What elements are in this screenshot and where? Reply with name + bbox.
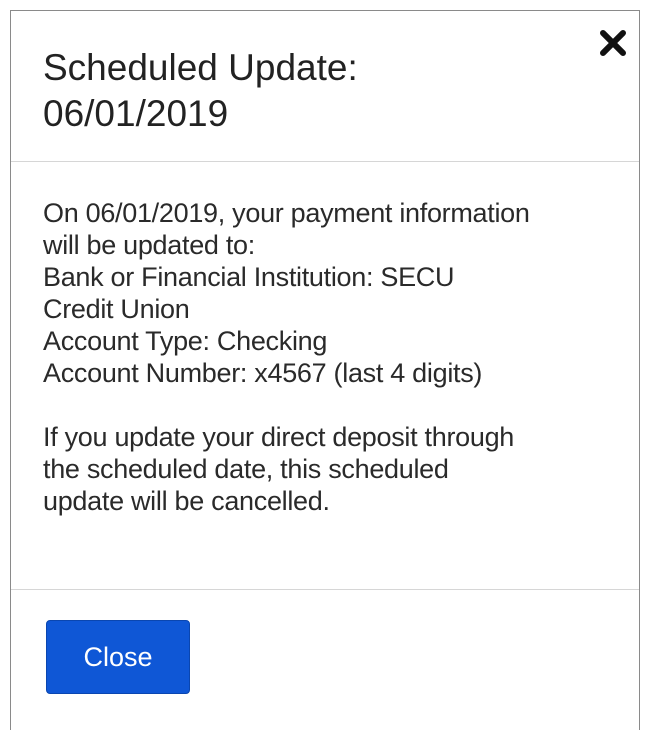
dialog-title-line1: Scheduled Update:: [43, 47, 358, 88]
notice-line: update will be cancelled.: [43, 486, 330, 516]
bank-name-line-cont: Credit Union: [43, 294, 190, 324]
dialog-close-icon-button[interactable]: [597, 27, 629, 59]
dialog-title: Scheduled Update: 06/01/2019: [43, 45, 563, 137]
bank-name-line: Bank or Financial Institution: SECU: [43, 262, 455, 292]
dialog-title-date: 06/01/2019: [43, 93, 229, 134]
notice-line: If you update your direct deposit throug…: [43, 422, 515, 452]
close-x-icon: [597, 27, 629, 59]
account-number-line: Account Number: x4567 (last 4 digits): [43, 358, 483, 388]
dialog-footer: Close: [11, 590, 639, 731]
message-line: will be updated to:: [43, 230, 255, 260]
account-type-line: Account Type: Checking: [43, 326, 328, 356]
dialog-message: On 06/01/2019, your payment information …: [43, 197, 623, 517]
dialog-header: Scheduled Update: 06/01/2019: [11, 11, 639, 162]
close-button[interactable]: Close: [46, 620, 190, 694]
notice-line: the scheduled date, this scheduled: [43, 454, 449, 484]
scheduled-update-dialog: Scheduled Update: 06/01/2019 On 06/01/20…: [10, 10, 640, 730]
dialog-body: On 06/01/2019, your payment information …: [11, 162, 639, 590]
message-line: On 06/01/2019, your payment information: [43, 198, 530, 228]
